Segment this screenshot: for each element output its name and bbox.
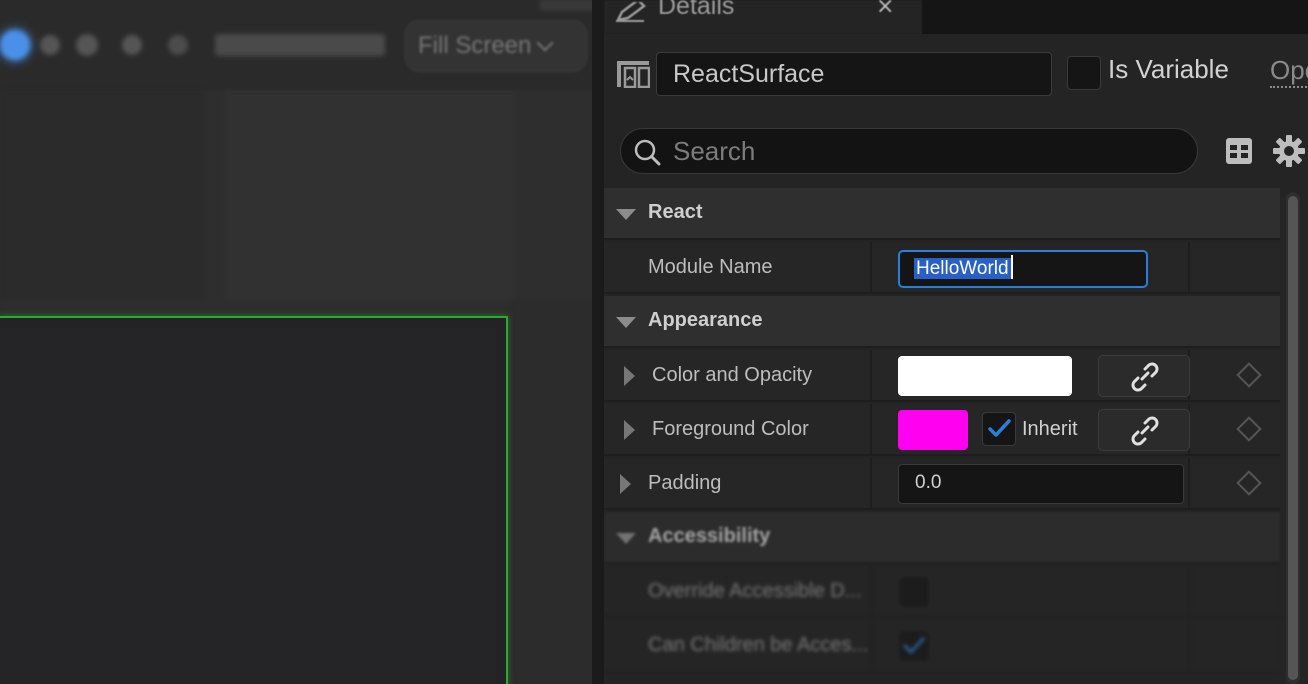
property-label: Padding (648, 472, 722, 494)
expand-arrow-icon[interactable] (624, 420, 635, 440)
toolbar-icon[interactable] (40, 35, 60, 55)
module-name-field[interactable]: HelloWorld (898, 250, 1148, 288)
editor-root: Fill Screen Details × ReactSurface Is Va… (0, 0, 1308, 684)
collapse-arrow-icon[interactable] (616, 317, 636, 328)
zoom-mode-dropdown[interactable]: Fill Screen (405, 20, 587, 72)
padding-field[interactable]: 0.0 (898, 464, 1184, 504)
gear-icon[interactable] (1272, 134, 1306, 168)
override-accessible-checkbox[interactable] (898, 576, 930, 608)
property-label: Can Children be Acces... (648, 634, 869, 656)
bind-button[interactable] (1098, 409, 1190, 451)
zoom-mode-label: Fill Screen (418, 32, 532, 59)
search-box[interactable] (620, 128, 1198, 174)
details-panel: Details × ReactSurface Is Variable Open (604, 0, 1308, 684)
toolbar-icon[interactable] (76, 34, 98, 56)
category-accessibility[interactable]: Accessibility (604, 512, 1280, 564)
property-row-override-accessible: Override Accessible D... (604, 566, 1280, 618)
link-icon (1131, 416, 1159, 446)
text-caret (1010, 255, 1013, 280)
property-row-can-children: Can Children be Acces... (604, 620, 1280, 672)
toolbar-icon[interactable] (122, 35, 142, 55)
search-icon (634, 139, 661, 166)
collapse-arrow-icon[interactable] (616, 209, 636, 220)
toolbar-dropdown[interactable] (215, 34, 385, 56)
checkmark-icon (988, 419, 1011, 437)
close-icon[interactable]: × (876, 0, 894, 19)
property-label: Module Name (648, 256, 773, 278)
selected-text: HelloWorld (914, 258, 1011, 279)
widget-icon (617, 61, 650, 88)
designer-viewport[interactable]: Fill Screen (0, 0, 600, 684)
tab-title: Details (658, 0, 735, 20)
tab-details[interactable]: Details × (604, 0, 922, 34)
widget-name-row: ReactSurface Is Variable Open (604, 34, 1308, 118)
widget-preview (0, 328, 496, 684)
is-variable-label: Is Variable (1108, 54, 1229, 84)
is-variable-checkbox[interactable] (1067, 56, 1101, 90)
diamond-icon[interactable] (1236, 362, 1262, 388)
property-row-color-and-opacity: Color and Opacity (604, 350, 1280, 402)
category-react[interactable]: React (604, 188, 1280, 240)
collapse-arrow-icon[interactable] (616, 533, 636, 544)
table-icon[interactable] (1224, 136, 1254, 166)
diamond-icon[interactable] (1236, 470, 1262, 496)
category-appearance[interactable]: Appearance (604, 296, 1280, 348)
tab-bar: Details × (604, 0, 1308, 34)
expand-arrow-icon[interactable] (620, 474, 631, 494)
widget-name-field[interactable]: ReactSurface (656, 52, 1052, 96)
property-row-foreground-color: Foreground Color Inherit (604, 404, 1280, 456)
property-row-padding: Padding 0.0 (604, 458, 1280, 510)
color-swatch[interactable] (898, 356, 1072, 396)
select-mode-icon[interactable] (0, 30, 30, 60)
property-label: Foreground Color (652, 418, 809, 440)
can-children-checkbox[interactable] (898, 630, 930, 662)
open-link[interactable]: Open (1270, 54, 1308, 88)
property-list: React Module Name HelloWorld Appearance (604, 188, 1280, 684)
property-label: Color and Opacity (652, 364, 813, 386)
search-input[interactable] (673, 133, 1173, 169)
property-row-module-name: Module Name HelloWorld (604, 242, 1280, 294)
property-label: Override Accessible D... (648, 580, 862, 602)
category-label: Accessibility (648, 525, 771, 547)
link-icon (1131, 362, 1159, 392)
expand-arrow-icon[interactable] (624, 366, 635, 386)
selected-widget-outline[interactable] (0, 316, 508, 684)
diamond-icon[interactable] (1236, 416, 1262, 442)
category-label: Appearance (648, 309, 763, 331)
inherit-label: Inherit (1022, 418, 1078, 440)
chevron-down-icon (536, 34, 554, 52)
pencil-icon (615, 2, 646, 22)
toolbar-icon[interactable] (168, 35, 188, 55)
color-swatch[interactable] (898, 410, 968, 450)
scrollbar-thumb[interactable] (1288, 196, 1298, 680)
scrollbar[interactable] (1286, 192, 1300, 684)
inherit-checkbox[interactable] (982, 412, 1016, 446)
panel-splitter[interactable] (592, 0, 600, 684)
checkmark-icon (903, 637, 925, 654)
category-label: React (648, 201, 703, 223)
search-row (604, 118, 1308, 188)
bind-button[interactable] (1098, 355, 1190, 397)
